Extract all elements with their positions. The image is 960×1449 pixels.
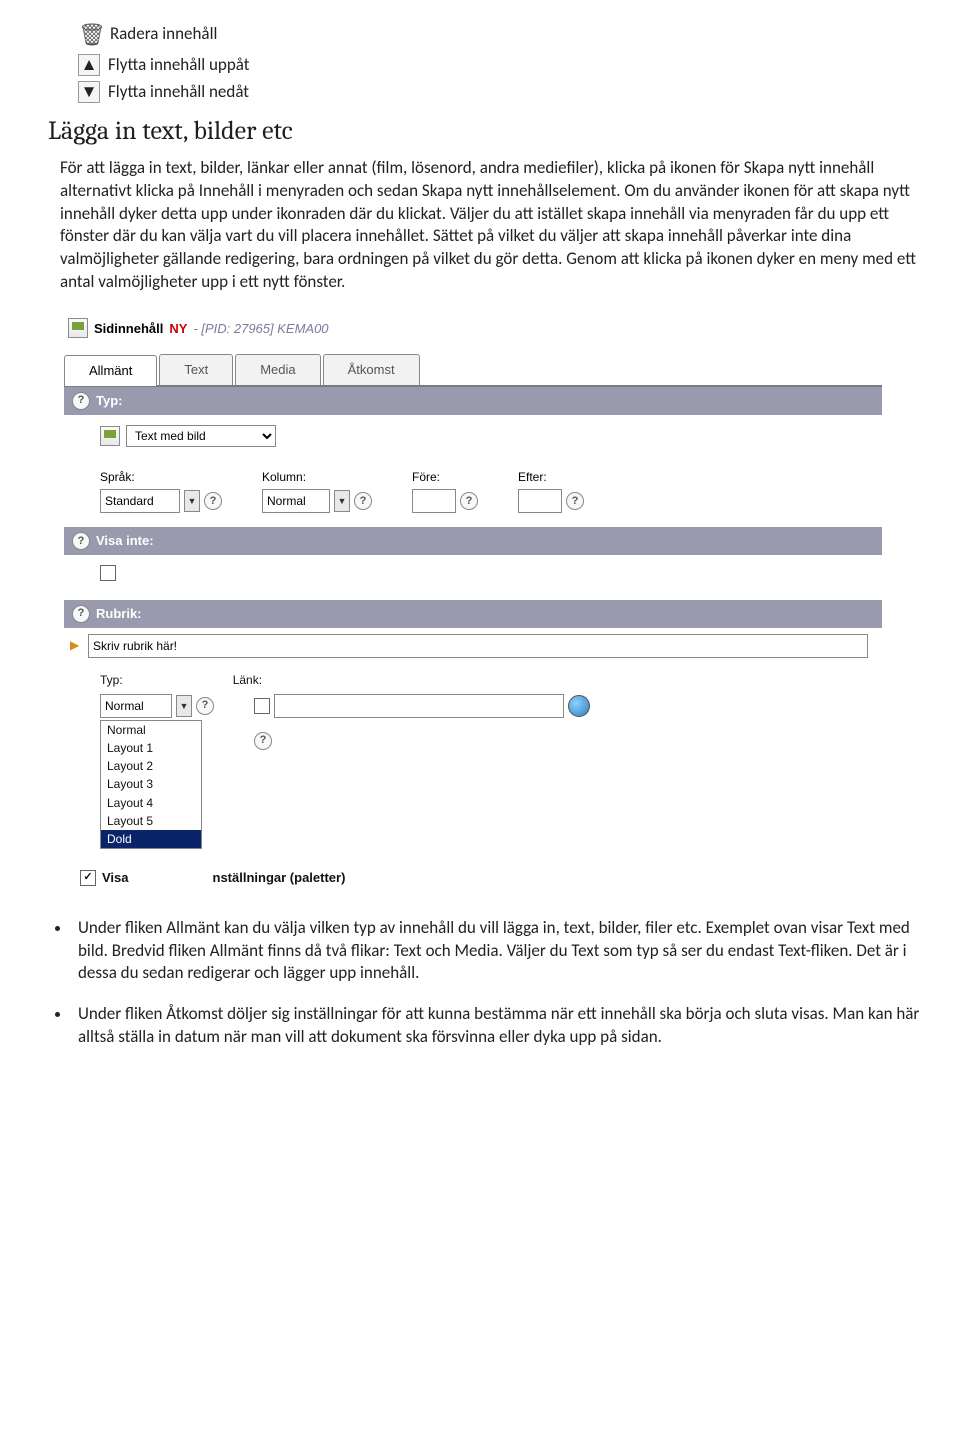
list-item[interactable]: Layout 1 — [101, 739, 201, 757]
type-doc-icon — [100, 426, 120, 446]
tab-allmant[interactable]: Allmänt — [64, 355, 157, 386]
list-item[interactable]: Layout 2 — [101, 757, 201, 775]
help-icon[interactable]: ? — [254, 732, 272, 750]
efter-label: Efter: — [518, 469, 584, 485]
subtyp-label: Typ: — [100, 672, 123, 688]
action-movedown-label: Flytta innehåll nedåt — [108, 81, 249, 104]
section-visainte-bar: ? Visa inte: — [64, 527, 882, 555]
section-rubrik-label: Rubrik: — [96, 605, 142, 623]
content-edit-panel: Sidinnehåll NY - [PID: 27965] KEMA00 All… — [64, 312, 882, 892]
action-delete: 🗑 Radera innehåll — [78, 20, 924, 50]
type-current-input[interactable] — [100, 694, 172, 718]
chevron-down-icon[interactable]: ▼ — [176, 695, 192, 717]
panel-title: Sidinnehåll NY - [PID: 27965] KEMA00 — [64, 312, 882, 350]
section-rubrik-bar: ? Rubrik: — [64, 600, 882, 628]
type-listbox[interactable]: Normal Layout 1 Layout 2 Layout 3 Layout… — [100, 720, 202, 849]
visa-inte-checkbox[interactable] — [100, 565, 116, 581]
action-delete-label: Radera innehåll — [110, 23, 217, 46]
sprak-input[interactable] — [100, 489, 180, 513]
list-item[interactable]: Layout 5 — [101, 812, 201, 830]
tab-media[interactable]: Media — [235, 354, 320, 385]
kolumn-input[interactable] — [262, 489, 330, 513]
section-heading: Lägga in text, bilder etc — [48, 114, 924, 149]
action-move-down: ▼ Flytta innehåll nedåt — [78, 81, 924, 104]
palette-suffix: nställningar (paletter) — [213, 869, 346, 887]
action-moveup-label: Flytta innehåll uppåt — [108, 54, 249, 77]
move-down-icon: ▼ — [78, 81, 100, 103]
section-typ-label: Typ: — [96, 392, 122, 410]
panel-title-strong: Sidinnehåll — [94, 320, 163, 338]
list-item[interactable]: Layout 3 — [101, 775, 201, 793]
palette-prefix: Visa — [102, 869, 129, 887]
help-icon[interactable]: ? — [72, 392, 90, 410]
chevron-down-icon[interactable]: ▼ — [184, 490, 200, 512]
rubrik-input[interactable] — [88, 634, 868, 658]
help-icon[interactable]: ? — [72, 605, 90, 623]
tab-text[interactable]: Text — [159, 354, 233, 385]
list-item[interactable]: Normal — [101, 721, 201, 739]
help-icon[interactable]: ? — [204, 492, 222, 510]
fore-input[interactable] — [412, 489, 456, 513]
type-select[interactable]: Text med bild — [126, 425, 276, 447]
help-icon[interactable]: ? — [196, 697, 214, 715]
panel-title-new: NY — [169, 320, 187, 338]
panel-title-pid: - [PID: 27965] KEMA00 — [193, 320, 328, 338]
fore-label: Före: — [412, 469, 478, 485]
bullet-1: Under fliken Allmänt kan du välja vilken… — [72, 917, 924, 986]
section-visainte-label: Visa inte: — [96, 532, 154, 550]
tabs: Allmänt Text Media Åtkomst — [64, 354, 882, 387]
palette-row: Visa nställningar (paletter) — [64, 859, 882, 893]
caret-right-icon: ▶ — [70, 637, 82, 653]
efter-input[interactable] — [518, 489, 562, 513]
globe-icon[interactable] — [568, 695, 590, 717]
help-icon[interactable]: ? — [72, 532, 90, 550]
tab-atkomst[interactable]: Åtkomst — [323, 354, 420, 385]
help-icon[interactable]: ? — [460, 492, 478, 510]
intro-paragraph: För att lägga in text, bilder, länkar el… — [60, 157, 924, 295]
lank-checkbox[interactable] — [254, 698, 270, 714]
help-icon[interactable]: ? — [354, 492, 372, 510]
action-move-up: ▲ Flytta innehåll uppåt — [78, 54, 924, 77]
lank-label: Länk: — [233, 672, 262, 688]
lank-input[interactable] — [274, 694, 564, 718]
kolumn-label: Kolumn: — [262, 469, 372, 485]
list-item[interactable]: Layout 4 — [101, 794, 201, 812]
list-item-selected[interactable]: Dold — [101, 830, 201, 848]
move-up-icon: ▲ — [78, 54, 100, 76]
section-typ-bar: ? Typ: — [64, 387, 882, 415]
chevron-down-icon[interactable]: ▼ — [334, 490, 350, 512]
trash-icon: 🗑 — [78, 20, 106, 50]
bullet-2: Under fliken Åtkomst döljer sig inställn… — [72, 1003, 924, 1049]
help-icon[interactable]: ? — [566, 492, 584, 510]
palette-checkbox[interactable] — [80, 870, 96, 886]
document-icon — [68, 318, 88, 338]
sprak-label: Språk: — [100, 469, 222, 485]
